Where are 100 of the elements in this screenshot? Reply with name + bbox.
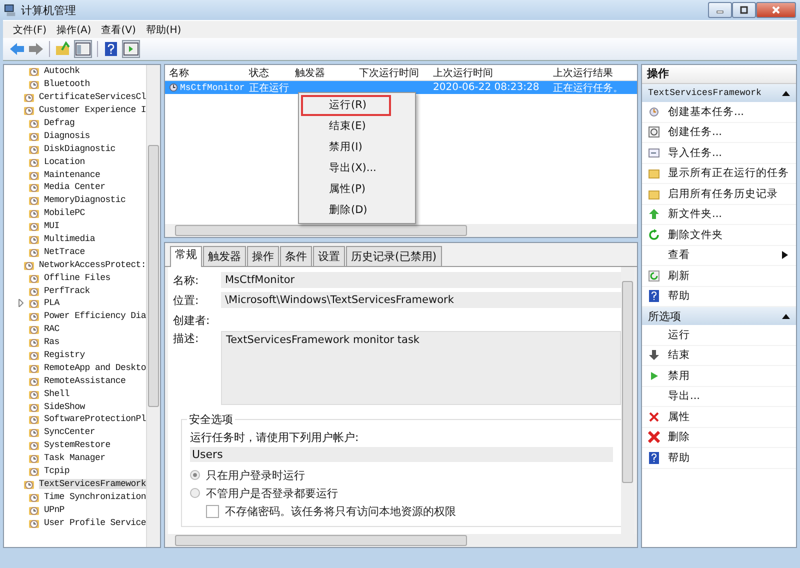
tree-item[interactable]: MemoryDiagnostic xyxy=(44,195,126,206)
tree-item[interactable]: NetworkAccessProtect: xyxy=(38,260,146,270)
menu-item[interactable]: 运行(R) xyxy=(301,95,391,116)
tree-item[interactable]: UPnP xyxy=(44,504,64,515)
section-header[interactable]: 所选项 xyxy=(642,307,796,325)
action-link[interactable]: 删除 xyxy=(668,430,690,444)
tree-item[interactable]: RemoteAssistance xyxy=(44,376,126,386)
forward-icon[interactable] xyxy=(28,41,44,57)
column-header[interactable]: 上次运行结果 xyxy=(549,66,637,80)
tree-item[interactable]: Media Center xyxy=(44,182,106,192)
column-header[interactable]: 名称 xyxy=(165,66,245,80)
tree-item[interactable]: Power Efficiency Dia xyxy=(44,311,146,322)
tree-item[interactable]: Customer Experience I xyxy=(38,105,146,116)
tree-item[interactable]: Autochk xyxy=(44,66,80,76)
tree-item[interactable]: MobilePC xyxy=(44,208,85,218)
field-label: 创建者: xyxy=(173,312,211,328)
tree-item[interactable]: Shell xyxy=(44,388,70,399)
tree-item[interactable]: Offline Files xyxy=(44,272,110,283)
tree-item[interactable]: TextServicesFramework xyxy=(38,478,146,489)
scrollbar[interactable] xyxy=(621,267,634,534)
text-field[interactable]: MsCtfMonitor xyxy=(221,272,621,288)
tab[interactable]: 条件 xyxy=(280,246,312,266)
action-link[interactable]: 帮助 xyxy=(668,289,690,304)
tree-item[interactable]: Task Manager xyxy=(44,453,106,464)
action-link[interactable]: 导出... xyxy=(668,389,700,404)
tree-item[interactable]: Tcpip xyxy=(44,466,70,476)
section-header[interactable]: TextServicesFramework xyxy=(642,84,796,102)
tree-item[interactable]: Multimedia xyxy=(44,234,96,244)
tab[interactable]: 设置 xyxy=(313,246,345,266)
tree-item[interactable]: SystemRestore xyxy=(44,440,110,450)
action-link[interactable]: 刷新 xyxy=(668,268,690,283)
task-folder-icon xyxy=(28,439,40,452)
column-header[interactable]: 触发器 xyxy=(291,66,355,80)
menu-item[interactable]: 操作(A) xyxy=(56,22,92,36)
menu-item[interactable]: 属性(P) xyxy=(301,179,413,200)
action-link[interactable]: 帮助 xyxy=(668,450,690,465)
action-link[interactable]: 创建任务... xyxy=(668,125,722,140)
menu-item[interactable]: 结束(E) xyxy=(301,116,413,137)
tree-item[interactable]: MUI xyxy=(44,221,60,232)
action-link[interactable]: 禁用 xyxy=(668,368,690,383)
action-link[interactable]: 查看 xyxy=(668,248,690,262)
tree-item[interactable]: Registry xyxy=(44,350,85,360)
close-button[interactable] xyxy=(756,2,796,18)
menu-item[interactable]: 文件(F) xyxy=(13,22,47,36)
help-icon[interactable] xyxy=(103,41,119,57)
tree-item[interactable]: Ras xyxy=(44,337,60,348)
text-field[interactable]: TextServicesFramework monitor task xyxy=(221,331,621,405)
expand-icon[interactable] xyxy=(18,299,24,308)
action-link[interactable]: 新文件夹... xyxy=(668,207,722,222)
action-link[interactable]: 属性 xyxy=(668,410,690,424)
action-link[interactable]: 结束 xyxy=(668,348,690,362)
column-header[interactable]: 下次运行时间 xyxy=(355,66,429,80)
tree-item[interactable]: User Profile Service xyxy=(44,518,146,528)
radio-button[interactable] xyxy=(190,470,200,480)
close-icon xyxy=(648,410,660,423)
tab[interactable]: 常规 xyxy=(170,246,202,267)
tree-item[interactable]: PerfTrack xyxy=(44,286,90,296)
tree-item[interactable]: PLA xyxy=(44,298,60,308)
tree-item[interactable]: Defrag xyxy=(44,118,75,128)
text-field[interactable]: \Microsoft\Windows\TextServicesFramework xyxy=(221,292,621,308)
maximize-button[interactable] xyxy=(732,2,756,18)
folder-up-icon[interactable] xyxy=(55,41,71,57)
action-link[interactable]: 删除文件夹 xyxy=(668,228,723,242)
tree-item[interactable]: Maintenance xyxy=(44,170,100,180)
back-icon[interactable] xyxy=(9,41,25,57)
column-header[interactable]: 状态 xyxy=(245,66,291,80)
scrollbar[interactable] xyxy=(165,224,637,237)
action-link[interactable]: 运行 xyxy=(668,328,690,342)
menu-item[interactable]: 查看(V) xyxy=(101,22,136,36)
tree-item[interactable]: Diagnosis xyxy=(44,130,90,141)
action-link[interactable]: 导入任务... xyxy=(668,146,722,160)
tree-item[interactable]: SyncCenter xyxy=(44,427,96,438)
tree-item[interactable]: RemoteApp and Deskto xyxy=(44,362,146,373)
radio-button[interactable] xyxy=(190,488,200,498)
action-link[interactable]: 启用所有任务历史记录 xyxy=(668,186,778,201)
checkbox[interactable] xyxy=(206,504,219,518)
column-header[interactable]: 上次运行时间 xyxy=(429,66,549,80)
menu-item[interactable]: 禁用(I) xyxy=(301,137,413,158)
action-pane-icon[interactable] xyxy=(122,40,140,58)
console-tree-icon[interactable] xyxy=(74,40,92,58)
tab[interactable]: 触发器 xyxy=(203,246,246,266)
tree-item[interactable]: SoftwareProtectionPl xyxy=(44,414,146,424)
tree-item[interactable]: Time Synchronization xyxy=(44,492,146,502)
menu-item[interactable]: 帮助(H) xyxy=(146,22,182,36)
tree-item[interactable]: Bluetooth xyxy=(44,79,90,90)
tab[interactable]: 历史记录(已禁用) xyxy=(346,246,442,266)
tree-item[interactable]: SideShow xyxy=(44,402,85,412)
scrollbar[interactable] xyxy=(146,65,160,547)
tree-item[interactable]: NetTrace xyxy=(44,246,85,257)
collapse-icon[interactable] xyxy=(782,313,790,319)
tree-item[interactable]: CertificateServicesCl xyxy=(38,92,146,102)
menu-item[interactable]: 删除(D) xyxy=(301,200,413,221)
tree-item[interactable]: RAC xyxy=(44,324,60,334)
action-link[interactable]: 显示所有正在运行的任务 xyxy=(668,166,789,180)
collapse-icon[interactable] xyxy=(782,90,790,96)
menu-item[interactable]: 导出(X)... xyxy=(301,158,413,179)
tree-item[interactable]: Location xyxy=(44,156,85,167)
tab[interactable]: 操作 xyxy=(247,246,279,266)
action-link[interactable]: 创建基本任务... xyxy=(668,104,744,119)
tree-item[interactable]: DiskDiagnostic xyxy=(44,144,116,154)
